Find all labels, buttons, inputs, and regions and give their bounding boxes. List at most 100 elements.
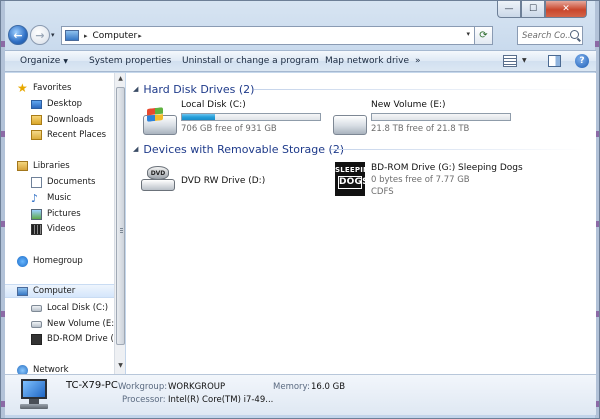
more-commands-button[interactable]: »	[415, 56, 421, 66]
arrow-right-icon: →	[35, 28, 45, 42]
search-placeholder: Search Co...	[522, 30, 574, 41]
game-art-top-text: SLEEPING	[335, 166, 376, 174]
content-area: ◢ Hard Disk Drives (2) Local Disk (C:) 70…	[126, 73, 596, 374]
nav-recent-places[interactable]: Recent Places	[31, 128, 106, 142]
computer-monitor-icon	[17, 379, 51, 411]
dvd-drive-icon: DVD	[141, 166, 175, 192]
nav-desktop[interactable]: Desktop	[31, 97, 82, 111]
uninstall-program-button[interactable]: Uninstall or change a program	[182, 56, 319, 66]
nav-network-label: Network	[33, 365, 69, 374]
breadcrumb-separator-end[interactable]: ▸	[138, 32, 142, 40]
documents-icon	[31, 176, 42, 188]
drive-bdrom-filesystem: CDFS	[371, 187, 394, 197]
view-dropdown-icon[interactable]: ▼	[522, 57, 527, 64]
desktop-icon	[31, 99, 42, 109]
breadcrumb-separator[interactable]: ▸	[84, 32, 88, 40]
collapse-triangle-icon[interactable]: ◢	[133, 145, 138, 153]
nav-homegroup[interactable]: Homegroup	[17, 254, 83, 268]
nav-new-volume-label: New Volume (E:)	[47, 319, 114, 329]
scrollbar-thumb[interactable]	[116, 87, 125, 345]
nav-network[interactable]: Network	[17, 363, 69, 374]
workgroup-label: Workgroup:	[118, 382, 168, 392]
nav-local-disk[interactable]: Local Disk (C:)	[31, 301, 108, 315]
refresh-button[interactable]: ⟳	[475, 26, 493, 45]
nav-new-volume[interactable]: New Volume (E:)	[31, 317, 114, 331]
workgroup-value: WORKGROUP	[168, 382, 226, 392]
nav-favorites[interactable]: ★ Favorites	[17, 81, 71, 95]
scroll-up-icon[interactable]: ▲	[116, 75, 125, 85]
collapse-triangle-icon[interactable]: ◢	[133, 85, 138, 93]
computer-name: TC-X79-PC	[66, 380, 118, 391]
command-bar: Organize ▼ System properties Uninstall or…	[5, 50, 596, 72]
arrow-left-icon: ←	[13, 28, 23, 42]
game-art-bottom-text: DOGS	[338, 176, 369, 189]
help-icon[interactable]: ?	[575, 54, 589, 68]
nav-computer[interactable]: Computer	[5, 284, 114, 298]
preview-pane-icon[interactable]	[548, 55, 561, 67]
hdd-group-title: Hard Disk Drives (2)	[143, 82, 255, 96]
nav-downloads[interactable]: Downloads	[31, 113, 94, 127]
pictures-icon	[31, 208, 42, 220]
memory-value: 16.0 GB	[311, 382, 346, 392]
hard-drive-icon	[333, 115, 367, 135]
address-dropdown[interactable]: ▾	[466, 30, 470, 38]
details-pane: TC-X79-PC Workgroup: WORKGROUP Memory: 1…	[5, 374, 596, 415]
nav-pictures[interactable]: Pictures	[31, 207, 81, 221]
recent-pages-dropdown[interactable]: ▾	[51, 31, 55, 39]
chevron-down-icon: ▼	[63, 58, 68, 65]
network-icon	[17, 364, 28, 374]
hard-drive-windows-icon	[143, 107, 177, 135]
navigation-pane: ★ Favorites Desktop Downloads Recent Plac…	[5, 73, 114, 374]
breadcrumb-computer[interactable]: Computer	[93, 31, 138, 41]
drive-local-disk-name: Local Disk (C:)	[181, 100, 246, 110]
close-button[interactable]: ✕	[545, 1, 587, 18]
nav-desktop-label: Desktop	[47, 99, 83, 109]
maximize-button[interactable]: ☐	[521, 1, 545, 18]
windows-logo-icon	[147, 107, 163, 122]
drive-local-disk-usage-fill	[182, 114, 216, 120]
nav-music-label: Music	[47, 193, 72, 203]
nav-bdrom[interactable]: BD-ROM Drive (C	[31, 332, 114, 346]
nav-downloads-label: Downloads	[47, 115, 94, 125]
change-view-icon[interactable]	[503, 55, 517, 67]
computer-icon	[17, 286, 28, 296]
back-button[interactable]: ←	[8, 25, 28, 45]
dvd-tray	[141, 179, 175, 191]
scroll-down-icon[interactable]: ▼	[116, 362, 125, 372]
map-network-drive-button[interactable]: Map network drive	[325, 56, 409, 66]
nav-libraries[interactable]: Libraries	[17, 159, 70, 173]
minimize-button[interactable]: —	[497, 1, 521, 18]
hard-drive-icon	[31, 304, 42, 312]
nav-local-disk-label: Local Disk (C:)	[47, 303, 109, 313]
nav-pictures-label: Pictures	[47, 209, 81, 219]
group-divider	[254, 89, 584, 90]
removable-group-header[interactable]: ◢ Devices with Removable Storage (2)	[133, 141, 344, 157]
nav-libraries-label: Libraries	[33, 161, 70, 171]
organize-button[interactable]: Organize ▼	[20, 56, 68, 66]
nav-recent-places-label: Recent Places	[47, 130, 107, 140]
nav-documents[interactable]: Documents	[31, 175, 95, 189]
monitor-base	[20, 404, 48, 409]
nav-music[interactable]: ♪ Music	[31, 191, 71, 205]
hdd-group-header[interactable]: ◢ Hard Disk Drives (2)	[133, 81, 254, 97]
libraries-icon	[17, 161, 28, 171]
drive-bdrom-name: BD-ROM Drive (G:) Sleeping Dogs	[371, 163, 523, 173]
forward-button[interactable]: →	[30, 25, 50, 45]
film-strip-icon	[31, 223, 42, 235]
bdrom-icon	[31, 333, 42, 345]
search-input[interactable]: Search Co...	[517, 26, 583, 45]
refresh-icon: ⟳	[479, 30, 488, 41]
address-bar[interactable]: ▸ Computer ▸ ▾	[61, 26, 475, 45]
group-divider	[331, 149, 584, 150]
system-properties-button[interactable]: System properties	[89, 56, 171, 66]
memory-label: Memory:	[273, 382, 310, 392]
star-icon: ★	[17, 80, 28, 95]
drive-local-disk-usage-bar	[181, 113, 321, 121]
removable-group-title: Devices with Removable Storage (2)	[143, 142, 345, 156]
navigation-scrollbar[interactable]: ▲ ▼	[114, 73, 125, 374]
dvd-disc: DVD	[147, 166, 169, 180]
sleeping-dogs-disc-icon: SLEEPING DOGS	[335, 162, 376, 196]
computer-icon	[65, 30, 79, 41]
drive-new-volume-name: New Volume (E:)	[371, 100, 446, 110]
nav-videos[interactable]: Videos	[31, 222, 75, 236]
